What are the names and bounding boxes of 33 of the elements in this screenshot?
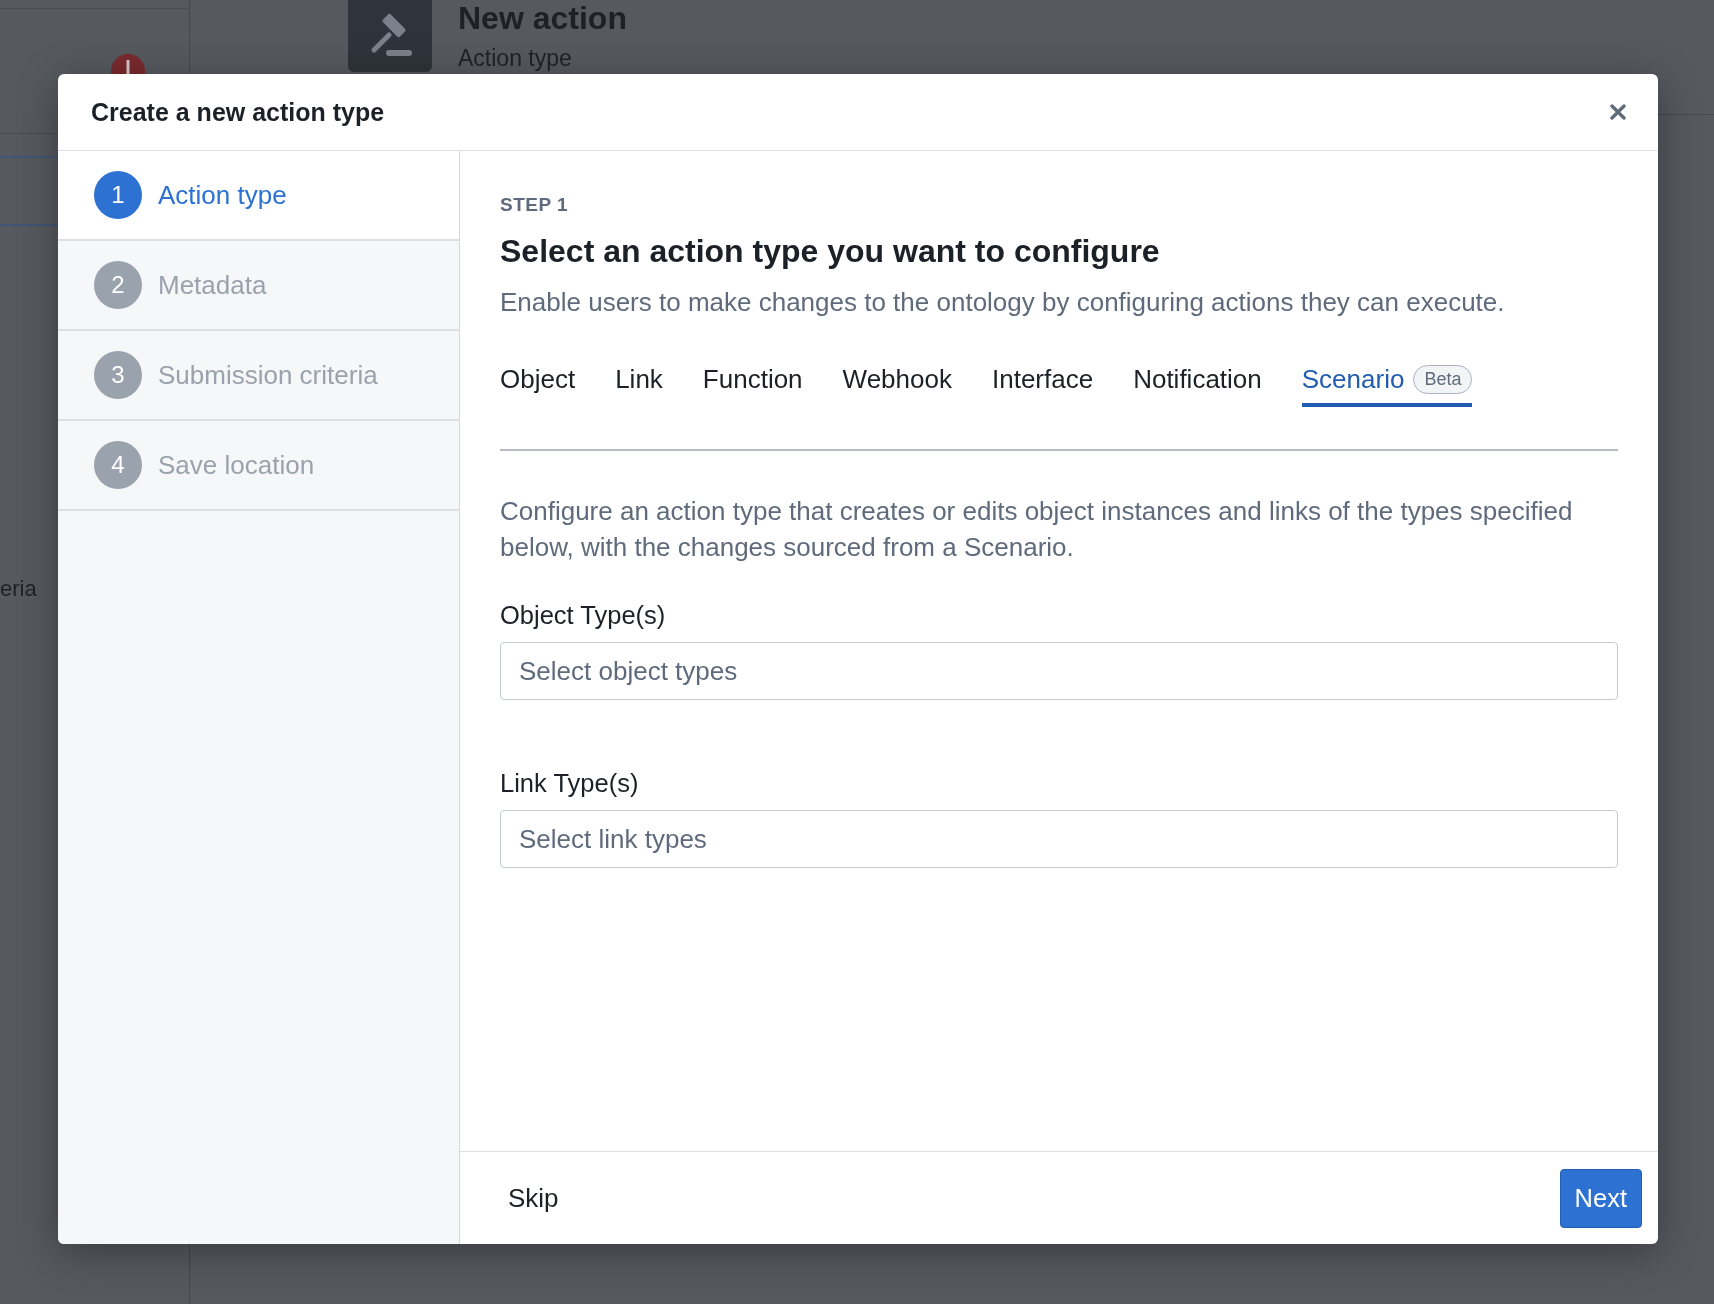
tab[interactable]: Link — [615, 363, 663, 407]
tab[interactable]: Notification — [1133, 363, 1262, 407]
step-item[interactable]: 1 Action type — [58, 151, 459, 241]
dialog-heading: Select an action type you want to configure — [500, 232, 1161, 270]
step-label: Metadata — [158, 269, 267, 301]
status-badge: Beta — [1413, 364, 1473, 394]
input-field[interactable]: Select link types — [500, 810, 1618, 868]
sidebar-text: eria — [0, 575, 37, 603]
tab[interactable]: Scenario Beta — [1301, 363, 1473, 407]
page-title: New action — [458, 0, 627, 36]
tab[interactable]: Function — [702, 363, 803, 407]
input-field[interactable]: Select object types — [500, 642, 1618, 700]
step-label: Action type — [158, 179, 287, 211]
next-button[interactable]: Next — [1559, 1168, 1642, 1228]
step-number: 1 — [94, 171, 142, 219]
step-label: Save location — [158, 449, 315, 481]
gavel-icon — [348, 0, 432, 72]
step-number: 3 — [94, 351, 142, 399]
skip-button[interactable]: Skip — [496, 1172, 571, 1224]
dialog-title: Create a new action type — [91, 97, 385, 127]
tab[interactable]: Webhook — [842, 363, 952, 407]
step-indicator: STEP 1 — [500, 194, 570, 216]
step-label: Submission criteria — [158, 359, 378, 391]
field-label: Link Type(s) — [500, 768, 640, 798]
description-text: Configure an action type that creates or edits object instances and links of the types specified below, with the changes sourced from a Scenario. — [500, 495, 1574, 564]
close-icon — [1610, 104, 1626, 120]
step-number: 4 — [94, 441, 142, 489]
tab[interactable]: Interface — [991, 363, 1094, 407]
field-label: Object Type(s) — [500, 600, 667, 630]
step-number: 2 — [94, 261, 142, 309]
dialog-subheading: Enable users to make changes to the ontology by configuring actions they can execute. — [500, 286, 1506, 318]
tab[interactable]: Object — [500, 363, 576, 407]
alert-icon — [111, 54, 145, 74]
